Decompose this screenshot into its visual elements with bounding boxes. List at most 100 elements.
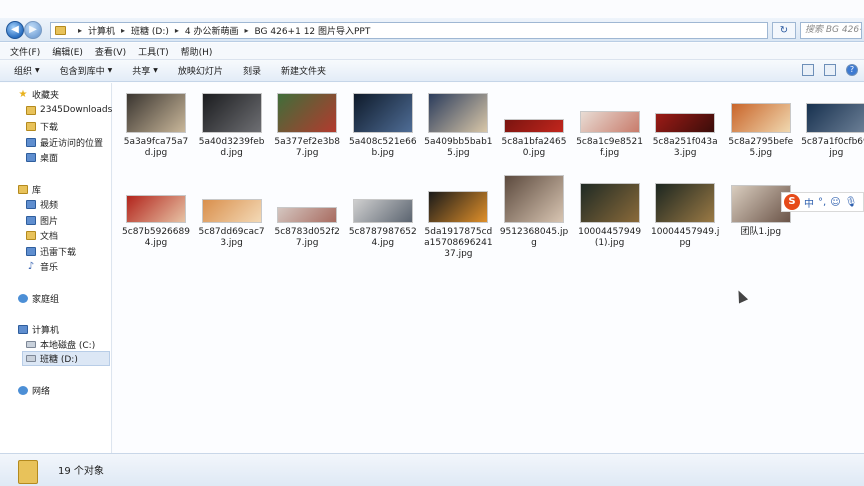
image-thumbnail xyxy=(126,93,186,133)
homegroup-icon xyxy=(18,294,28,303)
crumb-computer[interactable]: 计算机 xyxy=(88,24,115,37)
nav-item-pictures[interactable]: 图片 xyxy=(26,214,58,227)
crumb-current[interactable]: BG 426+1 12 图片导入PPT xyxy=(255,24,371,37)
refresh-button[interactable]: ↻ xyxy=(772,22,796,39)
slideshow-label: 放映幻灯片 xyxy=(177,67,223,77)
file-item[interactable]: 5a40d3239febd.jpg xyxy=(196,93,268,159)
burn-button[interactable]: 刻录 xyxy=(243,64,261,77)
nav-network[interactable]: 网络 xyxy=(18,384,50,397)
help-icon[interactable]: ? xyxy=(846,64,858,76)
image-thumbnail xyxy=(428,93,489,133)
ime-punctuation[interactable]: °, xyxy=(818,197,826,208)
file-name: 5c8a1c9e8521f.jpg xyxy=(576,137,643,158)
chevron-down-icon: ▼ xyxy=(35,67,40,74)
menu-edit[interactable]: 编辑(E) xyxy=(52,45,83,58)
nav-item-videos[interactable]: 视频 xyxy=(26,198,58,211)
search-input[interactable]: 搜索 BG 426+1... xyxy=(800,22,862,39)
image-thumbnail xyxy=(806,103,864,133)
file-name: 5a377ef2e3b87.jpg xyxy=(274,137,340,158)
file-item[interactable]: 5c87a1f0cfb69.jpg xyxy=(800,103,864,159)
file-item[interactable]: 9512368045.jpg xyxy=(498,175,570,249)
preview-pane-icon[interactable] xyxy=(824,64,836,76)
nav-item-drive-d[interactable]: 班糖 (D:) xyxy=(22,351,110,366)
nav-label: 音乐 xyxy=(40,263,59,273)
file-item[interactable]: 5c8a251f043a3.jpg xyxy=(649,113,721,159)
image-thumbnail xyxy=(504,119,564,133)
file-item[interactable]: 5a3a9fca75a7d.jpg xyxy=(120,93,192,159)
nav-item-drive-c[interactable]: 本地磁盘 (C:) xyxy=(26,338,95,351)
chevron-down-icon: ▼ xyxy=(153,67,158,74)
file-name: 5a3a9fca75a7d.jpg xyxy=(123,137,189,158)
ime-toolbar[interactable]: S 中 °, ☺ 🎙 xyxy=(781,192,864,212)
file-item[interactable]: 5da1917875cda1570869624137.jpg xyxy=(422,191,494,260)
image-thumbnail xyxy=(352,93,413,133)
drive-icon xyxy=(26,341,36,348)
file-item[interactable]: 10004457949.jpg xyxy=(649,183,721,249)
nav-computer[interactable]: 计算机 xyxy=(18,323,59,336)
chevron-right-icon[interactable]: ▸ xyxy=(245,26,249,35)
back-button[interactable]: ◀ xyxy=(6,21,24,39)
organize-button[interactable]: 组织 ▼ xyxy=(14,64,40,77)
include-in-library-button[interactable]: 包含到库中 ▼ xyxy=(60,64,113,77)
image-thumbnail xyxy=(655,113,716,133)
nav-item-thunder[interactable]: 迅雷下载 xyxy=(26,245,76,258)
item-count: 19 个对象 xyxy=(58,466,104,477)
file-item[interactable]: 5c87b59266894.jpg xyxy=(120,195,192,249)
file-item[interactable]: 5c87dd69cac73.jpg xyxy=(196,199,268,249)
file-item[interactable]: 10004457949(1).jpg xyxy=(574,183,646,249)
chevron-right-icon[interactable]: ▸ xyxy=(121,26,125,35)
ime-chinese-mode[interactable]: 中 xyxy=(804,195,814,210)
image-thumbnail xyxy=(579,111,640,133)
file-item[interactable]: 5a408c521e66b.jpg xyxy=(347,93,419,159)
ime-microphone-icon[interactable]: 🎙 xyxy=(845,197,858,208)
share-button[interactable]: 共享 ▼ xyxy=(132,64,158,77)
crumb-drive[interactable]: 班糖 (D:) xyxy=(131,24,169,37)
breadcrumb[interactable]: ▸ 计算机 ▸ 班糖 (D:) ▸ 4 办公新萌画 ▸ BG 426+1 12 … xyxy=(50,22,768,39)
image-thumbnail xyxy=(277,207,338,223)
image-thumbnail xyxy=(201,199,262,223)
folder-icon xyxy=(18,460,38,484)
menu-help[interactable]: 帮助(H) xyxy=(181,45,213,58)
nav-label: 下载 xyxy=(40,123,59,133)
menu-tools[interactable]: 工具(T) xyxy=(138,45,169,58)
nav-label: 最近访问的位置 xyxy=(40,139,104,149)
nav-item-documents[interactable]: 文档 xyxy=(26,229,58,242)
view-options-icon[interactable] xyxy=(802,64,814,76)
nav-label: 视频 xyxy=(40,201,59,211)
forward-button[interactable]: ▶ xyxy=(24,21,42,39)
nav-libraries[interactable]: 库 xyxy=(18,183,41,196)
file-name: 5c87b59266894.jpg xyxy=(122,227,190,248)
nav-item-recent[interactable]: 最近访问的位置 xyxy=(26,136,103,149)
file-name: 5c87879876524.jpg xyxy=(348,227,417,248)
nav-item-music[interactable]: ♪ 音乐 xyxy=(26,260,58,273)
file-item[interactable]: 5c8a1bfa24650.jpg xyxy=(498,119,570,159)
file-item[interactable]: 5c87879876524.jpg xyxy=(347,199,419,249)
menu-view[interactable]: 查看(V) xyxy=(95,45,126,58)
nav-item-desktop[interactable]: 桌面 xyxy=(26,151,58,164)
nav-homegroup[interactable]: 家庭组 xyxy=(18,292,59,305)
new-folder-button[interactable]: 新建文件夹 xyxy=(281,64,326,77)
file-item[interactable]: 5c8a1c9e8521f.jpg xyxy=(574,111,646,159)
document-icon xyxy=(26,231,36,240)
file-item[interactable]: 5c8783d052f27.jpg xyxy=(271,207,343,249)
file-item[interactable]: 5a409bb5bab15.jpg xyxy=(422,93,494,159)
crumb-folder[interactable]: 4 办公新萌画 xyxy=(185,24,239,37)
ime-emoji-icon[interactable]: ☺ xyxy=(830,197,840,208)
menu-file[interactable]: 文件(F) xyxy=(10,45,40,58)
nav-item-downloads[interactable]: 下载 xyxy=(26,120,58,133)
desktop-icon xyxy=(26,153,36,162)
image-thumbnail xyxy=(277,93,338,133)
file-name: 5c87a1f0cfb69.jpg xyxy=(801,137,864,158)
chevron-right-icon[interactable]: ▸ xyxy=(175,26,179,35)
file-name: 5c8a2795befe5.jpg xyxy=(728,137,794,158)
file-item[interactable]: 5a377ef2e3b87.jpg xyxy=(271,93,343,159)
slideshow-button[interactable]: 放映幻灯片 xyxy=(178,64,223,77)
command-bar: 组织 ▼ 包含到库中 ▼ 共享 ▼ 放映幻灯片 刻录 新建文件夹 ? xyxy=(0,60,864,82)
network-icon xyxy=(18,386,28,395)
file-item[interactable]: 5c8a2795befe5.jpg xyxy=(725,103,797,159)
nav-label: 网络 xyxy=(32,387,51,397)
file-name: 10004457949(1).jpg xyxy=(578,227,642,248)
nav-favorites[interactable]: ★ 收藏夹 xyxy=(18,88,60,101)
image-thumbnail xyxy=(201,93,262,133)
nav-item-2345downloads[interactable]: 2345Downloads xyxy=(26,105,112,115)
